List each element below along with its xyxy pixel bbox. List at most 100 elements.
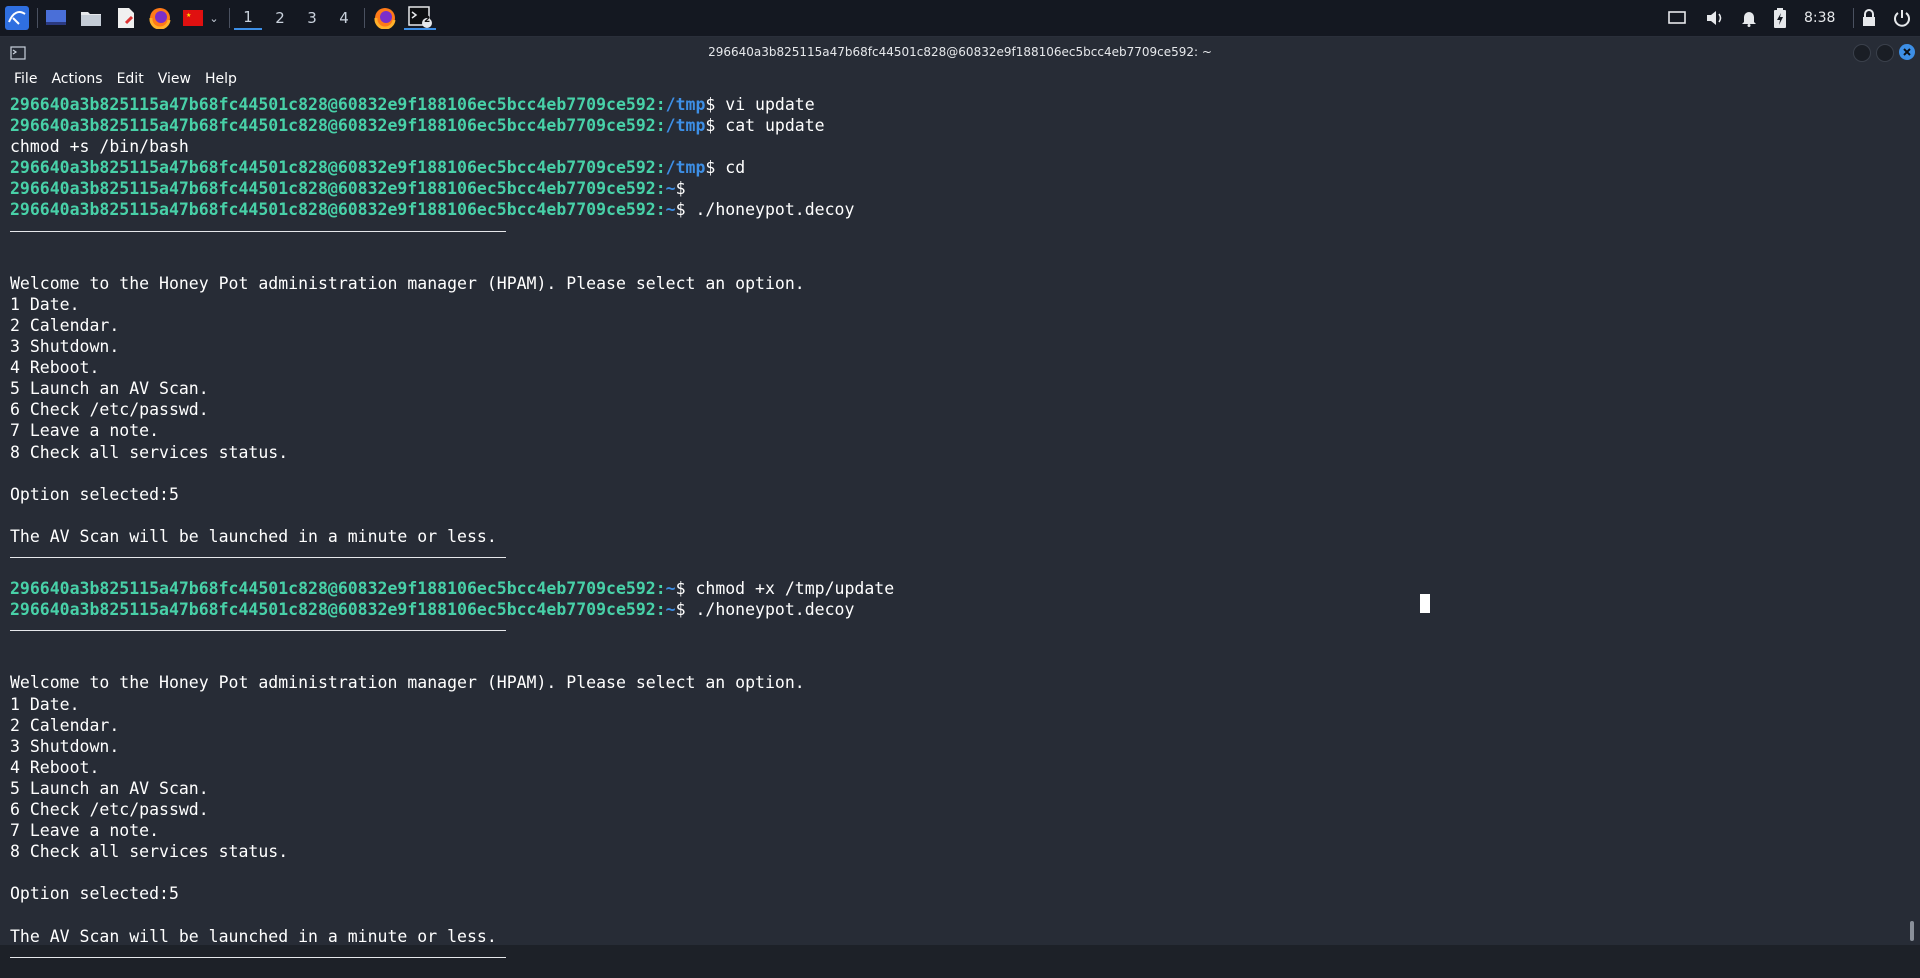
output-line: 8 Check all services status. [10, 842, 289, 862]
workspace-3[interactable]: 3 [298, 6, 326, 30]
output-line: Option selected:5 [10, 884, 179, 904]
prompt-path: /tmp [665, 116, 706, 136]
terminal-window[interactable]: 296640a3b825115a47b68fc44501c828@60832e9… [0, 37, 1920, 958]
bell-icon[interactable] [1741, 6, 1757, 30]
output-line: chmod +s /bin/bash [10, 137, 189, 157]
menu-view[interactable]: View [152, 67, 199, 91]
battery-icon[interactable] [1773, 6, 1787, 30]
file-manager-icon[interactable] [78, 6, 104, 30]
prompt-path: /tmp [665, 95, 706, 114]
prompt-line: 296640a3b825115a47b68fc44501c828@60832e9… [10, 579, 895, 599]
output-line: 3 Shutdown. [10, 337, 120, 357]
command-text: $ chmod +x /tmp/update [675, 579, 895, 599]
command-text: $ cat update [705, 116, 825, 136]
output-line: 6 Check /etc/passwd. [10, 800, 209, 819]
separator-rule [10, 956, 1890, 978]
power-icon[interactable] [1893, 6, 1911, 30]
menu-edit[interactable]: Edit [111, 67, 152, 91]
prompt-path: ~ [665, 179, 676, 199]
prompt-user: 296640a3b825115a47b68fc44501c828@60832e9… [10, 179, 656, 199]
command-text: $ cd [705, 158, 746, 178]
prompt-line: 296640a3b825115a47b68fc44501c828@60832e9… [10, 600, 855, 620]
display-icon[interactable] [1668, 6, 1686, 30]
output-line: 8 Check all services status. [10, 442, 289, 462]
close-button[interactable] [1899, 44, 1915, 60]
separator-rule [10, 230, 1890, 252]
output-line: 4 Reboot. [10, 358, 100, 378]
separator-rule [10, 556, 1890, 578]
clock[interactable]: 8:38 [1804, 6, 1835, 30]
prompt-line: 296640a3b825115a47b68fc44501c828@60832e9… [10, 116, 825, 136]
prompt-path: ~ [665, 200, 676, 220]
prompt-user: 296640a3b825115a47b68fc44501c828@60832e9… [10, 200, 656, 220]
output-line: The AV Scan will be launched in a minute… [10, 926, 497, 946]
output-line: 7 Leave a note. [10, 821, 160, 841]
command-text: $ [675, 179, 696, 199]
command-text: $ vi update [705, 95, 815, 114]
close-icon [1903, 48, 1911, 56]
terminal-task-icon[interactable]: 2 [404, 6, 436, 30]
command-text: $ ./honeypot.decoy [675, 200, 855, 220]
output-line: 6 Check /etc/passwd. [10, 400, 209, 420]
output-line: 4 Reboot. [10, 757, 100, 777]
terminal-badge: 2 [424, 15, 431, 25]
prompt-path: ~ [665, 579, 676, 599]
kali-menu-icon[interactable] [4, 6, 30, 30]
output-line: Welcome to the Honey Pot administration … [10, 673, 805, 693]
output-line: 5 Launch an AV Scan. [10, 379, 209, 399]
prompt-user: 296640a3b825115a47b68fc44501c828@60832e9… [10, 116, 656, 136]
prompt-user: 296640a3b825115a47b68fc44501c828@60832e9… [10, 95, 656, 114]
output-line: The AV Scan will be launched in a minute… [10, 526, 497, 546]
svg-text:★: ★ [186, 12, 191, 19]
output-line: 5 Launch an AV Scan. [10, 778, 209, 798]
firefox-task-icon[interactable] [372, 6, 398, 30]
prompt-path: /tmp [665, 158, 706, 178]
red-app-icon[interactable]: ★ [180, 6, 206, 30]
output-line: 1 Date. [10, 294, 80, 314]
scrollbar-handle[interactable] [1910, 921, 1914, 941]
separator-rule [10, 630, 1890, 651]
output-line: 1 Date. [10, 694, 80, 714]
output-line: 2 Calendar. [10, 715, 120, 735]
title-bar[interactable]: 296640a3b825115a47b68fc44501c828@60832e9… [0, 37, 1920, 67]
workspace-4[interactable]: 4 [330, 6, 358, 30]
terminal-cursor [1420, 594, 1430, 613]
menu-actions[interactable]: Actions [45, 67, 110, 91]
menu-bar: File Actions Edit View Help [0, 67, 245, 91]
workspace-2[interactable]: 2 [266, 6, 294, 30]
prompt-user: 296640a3b825115a47b68fc44501c828@60832e9… [10, 579, 656, 599]
lock-icon[interactable] [1862, 6, 1876, 30]
prompt-line: 296640a3b825115a47b68fc44501c828@60832e9… [10, 95, 815, 114]
command-text: $ ./honeypot.decoy [675, 600, 855, 620]
menu-help[interactable]: Help [199, 67, 245, 91]
firefox-icon[interactable] [147, 6, 173, 30]
text-editor-icon[interactable] [114, 6, 138, 30]
desktop-icon[interactable] [44, 6, 68, 30]
prompt-user: 296640a3b825115a47b68fc44501c828@60832e9… [10, 158, 656, 178]
prompt-line: 296640a3b825115a47b68fc44501c828@60832e9… [10, 200, 855, 220]
prompt-line: 296640a3b825115a47b68fc44501c828@60832e9… [10, 179, 696, 199]
output-line: 3 Shutdown. [10, 736, 120, 756]
menu-file[interactable]: File [8, 67, 45, 91]
chevron-down-icon[interactable]: ⌄ [206, 6, 222, 30]
prompt-user: 296640a3b825115a47b68fc44501c828@60832e9… [10, 600, 656, 620]
minimize-button[interactable] [1853, 44, 1871, 62]
taskbar: ★ ⌄ 1 2 3 4 2 8:38 [0, 0, 1920, 37]
prompt-path: ~ [665, 600, 676, 620]
prompt-line: 296640a3b825115a47b68fc44501c828@60832e9… [10, 158, 746, 178]
volume-icon[interactable] [1705, 6, 1725, 30]
output-line: 7 Leave a note. [10, 421, 160, 441]
window-title: 296640a3b825115a47b68fc44501c828@60832e9… [708, 45, 1212, 59]
workspace-1[interactable]: 1 [234, 6, 262, 30]
maximize-button[interactable] [1876, 44, 1894, 62]
output-line: 2 Calendar. [10, 315, 120, 335]
output-line: Welcome to the Honey Pot administration … [10, 273, 805, 293]
output-line: Option selected:5 [10, 484, 179, 504]
terminal-output[interactable]: 296640a3b825115a47b68fc44501c828@60832e9… [10, 94, 1890, 958]
